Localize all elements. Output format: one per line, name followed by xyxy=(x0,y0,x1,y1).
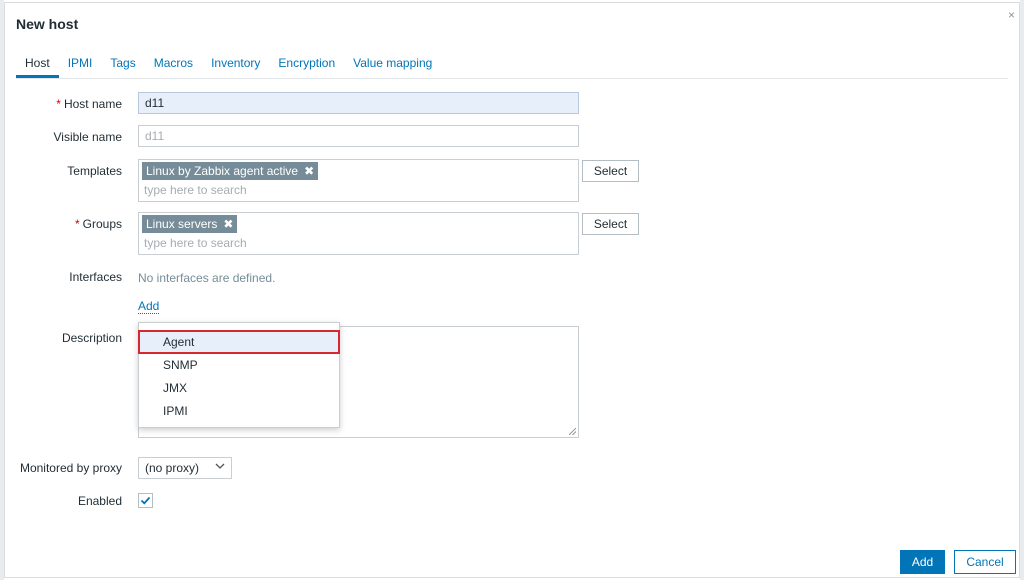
add-interface-link[interactable]: Add xyxy=(138,300,160,314)
checkmark-icon xyxy=(140,496,151,505)
host-name-input[interactable]: d11 xyxy=(138,92,579,114)
required-mark: * xyxy=(56,97,61,111)
description-label: Description xyxy=(61,331,122,345)
visible-name-input[interactable]: d11 xyxy=(138,125,579,147)
dialog-title: New host xyxy=(16,16,79,32)
tab-macros[interactable]: Macros xyxy=(145,53,202,75)
no-interfaces-text: No interfaces are defined. xyxy=(138,271,276,285)
menu-item-jmx[interactable]: JMX xyxy=(139,377,339,399)
templates-multiselect[interactable]: Linux by Zabbix agent active ✖ type here … xyxy=(138,159,579,202)
background-edge-right xyxy=(1020,0,1024,580)
tabs-divider xyxy=(16,78,1008,79)
new-host-dialog: New host × Host IPMI Tags Macros Invento… xyxy=(4,2,1020,578)
tab-host[interactable]: Host xyxy=(16,53,59,78)
tab-value-mapping[interactable]: Value mapping xyxy=(344,53,441,75)
chevron-down-icon xyxy=(215,461,225,474)
close-icon[interactable]: ✖ xyxy=(304,164,314,178)
groups-multiselect[interactable]: Linux servers ✖ type here to search xyxy=(138,212,579,255)
tab-ipmi[interactable]: IPMI xyxy=(59,53,102,75)
interfaces-label: Interfaces xyxy=(69,270,122,284)
groups-label: * Groups xyxy=(74,217,122,231)
close-icon[interactable]: × xyxy=(1008,8,1015,22)
templates-label: Templates xyxy=(67,164,122,178)
required-mark: * xyxy=(74,217,80,231)
enabled-label: Enabled xyxy=(77,494,122,508)
groups-select-button[interactable]: Select xyxy=(582,213,639,235)
resize-grip-icon[interactable] xyxy=(569,428,576,435)
enabled-checkbox[interactable] xyxy=(138,493,153,508)
templates-select-button[interactable]: Select xyxy=(582,160,639,182)
interface-type-menu: Agent SNMP JMX IPMI xyxy=(138,322,340,428)
templates-search-input[interactable]: type here to search xyxy=(144,183,247,197)
add-button[interactable]: Add xyxy=(900,550,945,574)
tab-tags[interactable]: Tags xyxy=(101,53,144,75)
close-icon[interactable]: ✖ xyxy=(223,217,233,231)
tab-bar: Host IPMI Tags Macros Inventory Encrypti… xyxy=(16,53,441,78)
template-chip: Linux by Zabbix agent active ✖ xyxy=(142,162,319,180)
proxy-select[interactable]: (no proxy) xyxy=(138,457,232,479)
menu-item-snmp[interactable]: SNMP xyxy=(139,354,339,376)
visible-name-label: Visible name xyxy=(53,130,122,144)
proxy-label: Monitored by proxy xyxy=(19,461,122,475)
group-chip: Linux servers ✖ xyxy=(142,215,238,233)
tab-inventory[interactable]: Inventory xyxy=(202,53,269,75)
menu-item-agent[interactable]: Agent xyxy=(138,330,340,354)
menu-item-ipmi[interactable]: IPMI xyxy=(139,400,339,422)
host-name-label: * Host name xyxy=(56,97,122,111)
cancel-button[interactable]: Cancel xyxy=(954,550,1016,574)
groups-search-input[interactable]: type here to search xyxy=(144,236,247,250)
proxy-select-value: (no proxy) xyxy=(145,461,200,475)
tab-encryption[interactable]: Encryption xyxy=(269,53,344,75)
